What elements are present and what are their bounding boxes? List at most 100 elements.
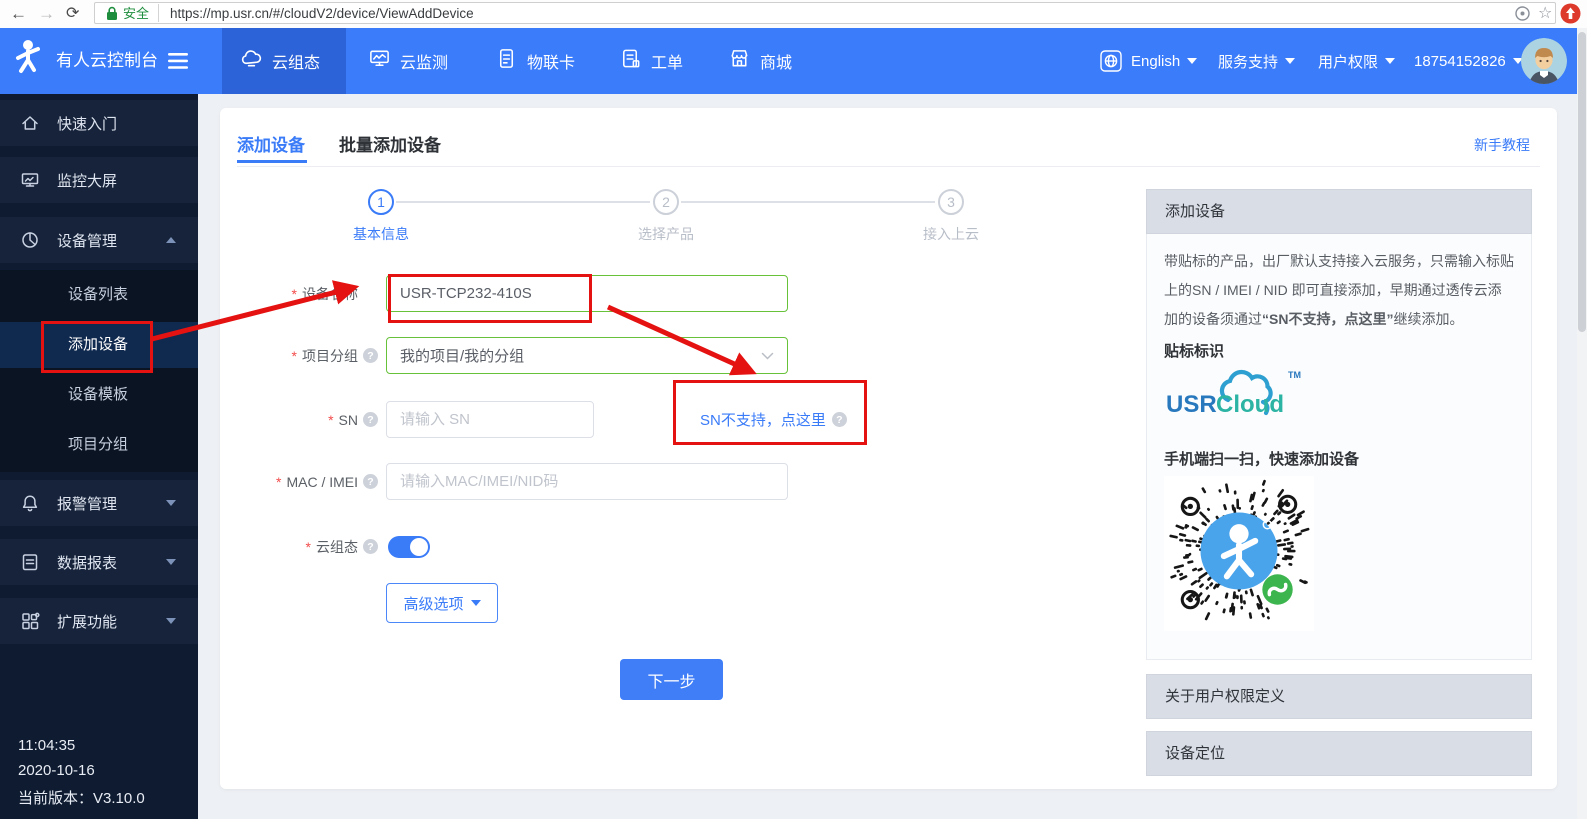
bell-icon xyxy=(20,493,40,513)
sidebar-item-big-screen[interactable]: 监控大屏 xyxy=(0,157,198,203)
advanced-options-button[interactable]: 高级选项 xyxy=(386,583,498,623)
sn-not-supported-link-row: SN不支持，点这里 ? xyxy=(700,401,847,438)
bookmark-star-icon[interactable]: ☆ xyxy=(1538,0,1552,27)
browser-forward-icon[interactable]: → xyxy=(38,0,55,27)
brand-title[interactable]: 有人云控制台 xyxy=(56,28,158,94)
sim-card-icon xyxy=(495,47,518,75)
mac-imei-input[interactable] xyxy=(386,463,788,500)
helper-panel-add-device-header[interactable]: 添加设备 xyxy=(1146,189,1532,234)
extension-icon[interactable] xyxy=(1560,3,1581,29)
project-group-select[interactable]: 我的项目/我的分组 xyxy=(386,337,788,374)
reader-mode-icon[interactable] xyxy=(1514,5,1531,27)
language-label: English xyxy=(1131,53,1180,70)
url-text[interactable]: https://mp.usr.cn/#/cloudV2/device/ViewA… xyxy=(170,0,474,27)
sticker-label-title: 贴标标识 xyxy=(1164,340,1224,361)
lock-icon xyxy=(106,6,118,26)
account-menu[interactable]: 18754152826 xyxy=(1414,28,1523,94)
step-label-select-product: 选择产品 xyxy=(631,224,701,244)
cloud-icon xyxy=(240,47,263,75)
language-switcher[interactable]: English xyxy=(1100,28,1197,94)
sidebar-item-device-management[interactable]: 设备管理 xyxy=(0,217,198,263)
toggle-knob xyxy=(410,538,428,556)
screen: ← → ⟳ 安全 https://mp.usr.cn/#/cloudV2/dev… xyxy=(0,0,1587,819)
step-connector xyxy=(681,201,935,203)
sidebar-item-label: 快速入门 xyxy=(57,113,117,134)
sn-input[interactable] xyxy=(386,401,594,438)
device-name-input[interactable] xyxy=(386,275,788,312)
helper-panel-permission-header[interactable]: 关于用户权限定义 xyxy=(1146,674,1532,719)
usr-mascot-logo-icon[interactable] xyxy=(12,37,42,88)
sidebar-item-data-report[interactable]: 数据报表 xyxy=(0,539,198,585)
account-label: 18754152826 xyxy=(1414,53,1506,70)
help-icon[interactable]: ? xyxy=(832,412,847,427)
step-circle-3: 3 xyxy=(938,189,964,215)
help-icon[interactable]: ? xyxy=(363,539,378,554)
nav-item-mall[interactable]: 商城 xyxy=(728,28,792,94)
sidebar-item-project-group[interactable]: 项目分组 xyxy=(0,422,198,468)
chevron-down-icon xyxy=(1385,58,1395,64)
sn-not-supported-link[interactable]: SN不支持，点这里 xyxy=(700,409,826,430)
browser-back-icon[interactable]: ← xyxy=(10,0,27,27)
sidebar-item-device-template[interactable]: 设备模板 xyxy=(0,372,198,418)
step-circle-1: 1 xyxy=(368,189,394,215)
label-text: 设备名称 xyxy=(302,284,358,304)
chevron-down-icon xyxy=(1187,58,1197,64)
cloud-scada-toggle[interactable] xyxy=(388,536,430,558)
nav-item-cloud-scada[interactable]: 云组态 xyxy=(240,28,320,94)
sidebar-item-add-device[interactable]: 添加设备 xyxy=(0,322,198,368)
tab-add-device[interactable]: 添加设备 xyxy=(237,131,305,156)
mac-imei-label: * MAC / IMEI ? xyxy=(200,463,378,500)
sidebar-item-alarm-management[interactable]: 报警管理 xyxy=(0,480,198,526)
helper-paragraph: 带贴标的产品，出厂默认支持接入云服务，只需输入标贴上的SN / IMEI / N… xyxy=(1164,247,1514,334)
step-connector xyxy=(396,201,650,203)
chevron-down-icon xyxy=(761,352,774,360)
sidebar-item-label: 报警管理 xyxy=(57,493,117,514)
chevron-down-icon xyxy=(166,618,176,624)
next-step-button[interactable]: 下一步 xyxy=(620,659,723,700)
sidebar-item-quick-start[interactable]: 快速入门 xyxy=(0,100,198,146)
apps-grid-icon xyxy=(20,611,40,631)
help-icon[interactable]: ? xyxy=(363,474,378,489)
hamburger-menu-icon[interactable] xyxy=(168,53,188,74)
globe-icon xyxy=(1100,50,1122,72)
avatar[interactable] xyxy=(1521,38,1567,89)
label-text: 云组态 xyxy=(316,537,358,557)
tab-active-underline xyxy=(237,160,307,163)
nav-item-work-order[interactable]: 工单 xyxy=(619,28,683,94)
browser-reload-icon[interactable]: ⟳ xyxy=(66,0,79,27)
nav-item-iot-card[interactable]: 物联卡 xyxy=(495,28,575,94)
browser-chrome: ← → ⟳ 安全 https://mp.usr.cn/#/cloudV2/dev… xyxy=(0,0,1587,29)
support-label: 服务支持 xyxy=(1218,51,1278,72)
required-mark: * xyxy=(292,348,297,364)
help-icon[interactable]: ? xyxy=(363,412,378,427)
nav-item-label: 工单 xyxy=(651,49,683,73)
permission-menu[interactable]: 用户权限 xyxy=(1318,28,1395,94)
required-mark: * xyxy=(276,474,281,490)
home-icon xyxy=(20,113,40,133)
sidebar-item-label: 监控大屏 xyxy=(57,170,117,191)
chevron-down-icon xyxy=(166,559,176,565)
sidebar-item-label: 扩展功能 xyxy=(57,611,117,632)
work-order-icon xyxy=(619,47,642,75)
chevron-down-icon xyxy=(471,600,481,606)
nav-item-cloud-monitor[interactable]: 云监测 xyxy=(368,28,448,94)
support-menu[interactable]: 服务支持 xyxy=(1218,28,1295,94)
project-group-label: * 项目分组 ? xyxy=(200,337,378,374)
step-label-basic-info: 基本信息 xyxy=(346,224,416,244)
helper-panel-location-header[interactable]: 设备定位 xyxy=(1146,731,1532,776)
sidebar-item-device-list[interactable]: 设备列表 xyxy=(0,272,198,318)
help-icon[interactable]: ? xyxy=(363,348,378,363)
sidebar-item-extensions[interactable]: 扩展功能 xyxy=(0,598,198,644)
nav-item-label: 物联卡 xyxy=(527,49,575,73)
nav-item-label: 云监测 xyxy=(400,49,448,73)
permission-label: 用户权限 xyxy=(1318,51,1378,72)
tab-batch-add-device[interactable]: 批量添加设备 xyxy=(339,131,441,156)
pie-chart-icon xyxy=(20,230,40,250)
chevron-up-icon xyxy=(166,237,176,243)
tutorial-link[interactable]: 新手教程 xyxy=(1474,135,1530,155)
scrollbar-thumb[interactable] xyxy=(1578,32,1586,332)
required-mark: * xyxy=(292,286,297,302)
qr-code xyxy=(1164,476,1314,631)
usr-cloud-logo: USR Cloud TM xyxy=(1166,364,1306,425)
sidebar-item-label: 数据报表 xyxy=(57,552,117,573)
